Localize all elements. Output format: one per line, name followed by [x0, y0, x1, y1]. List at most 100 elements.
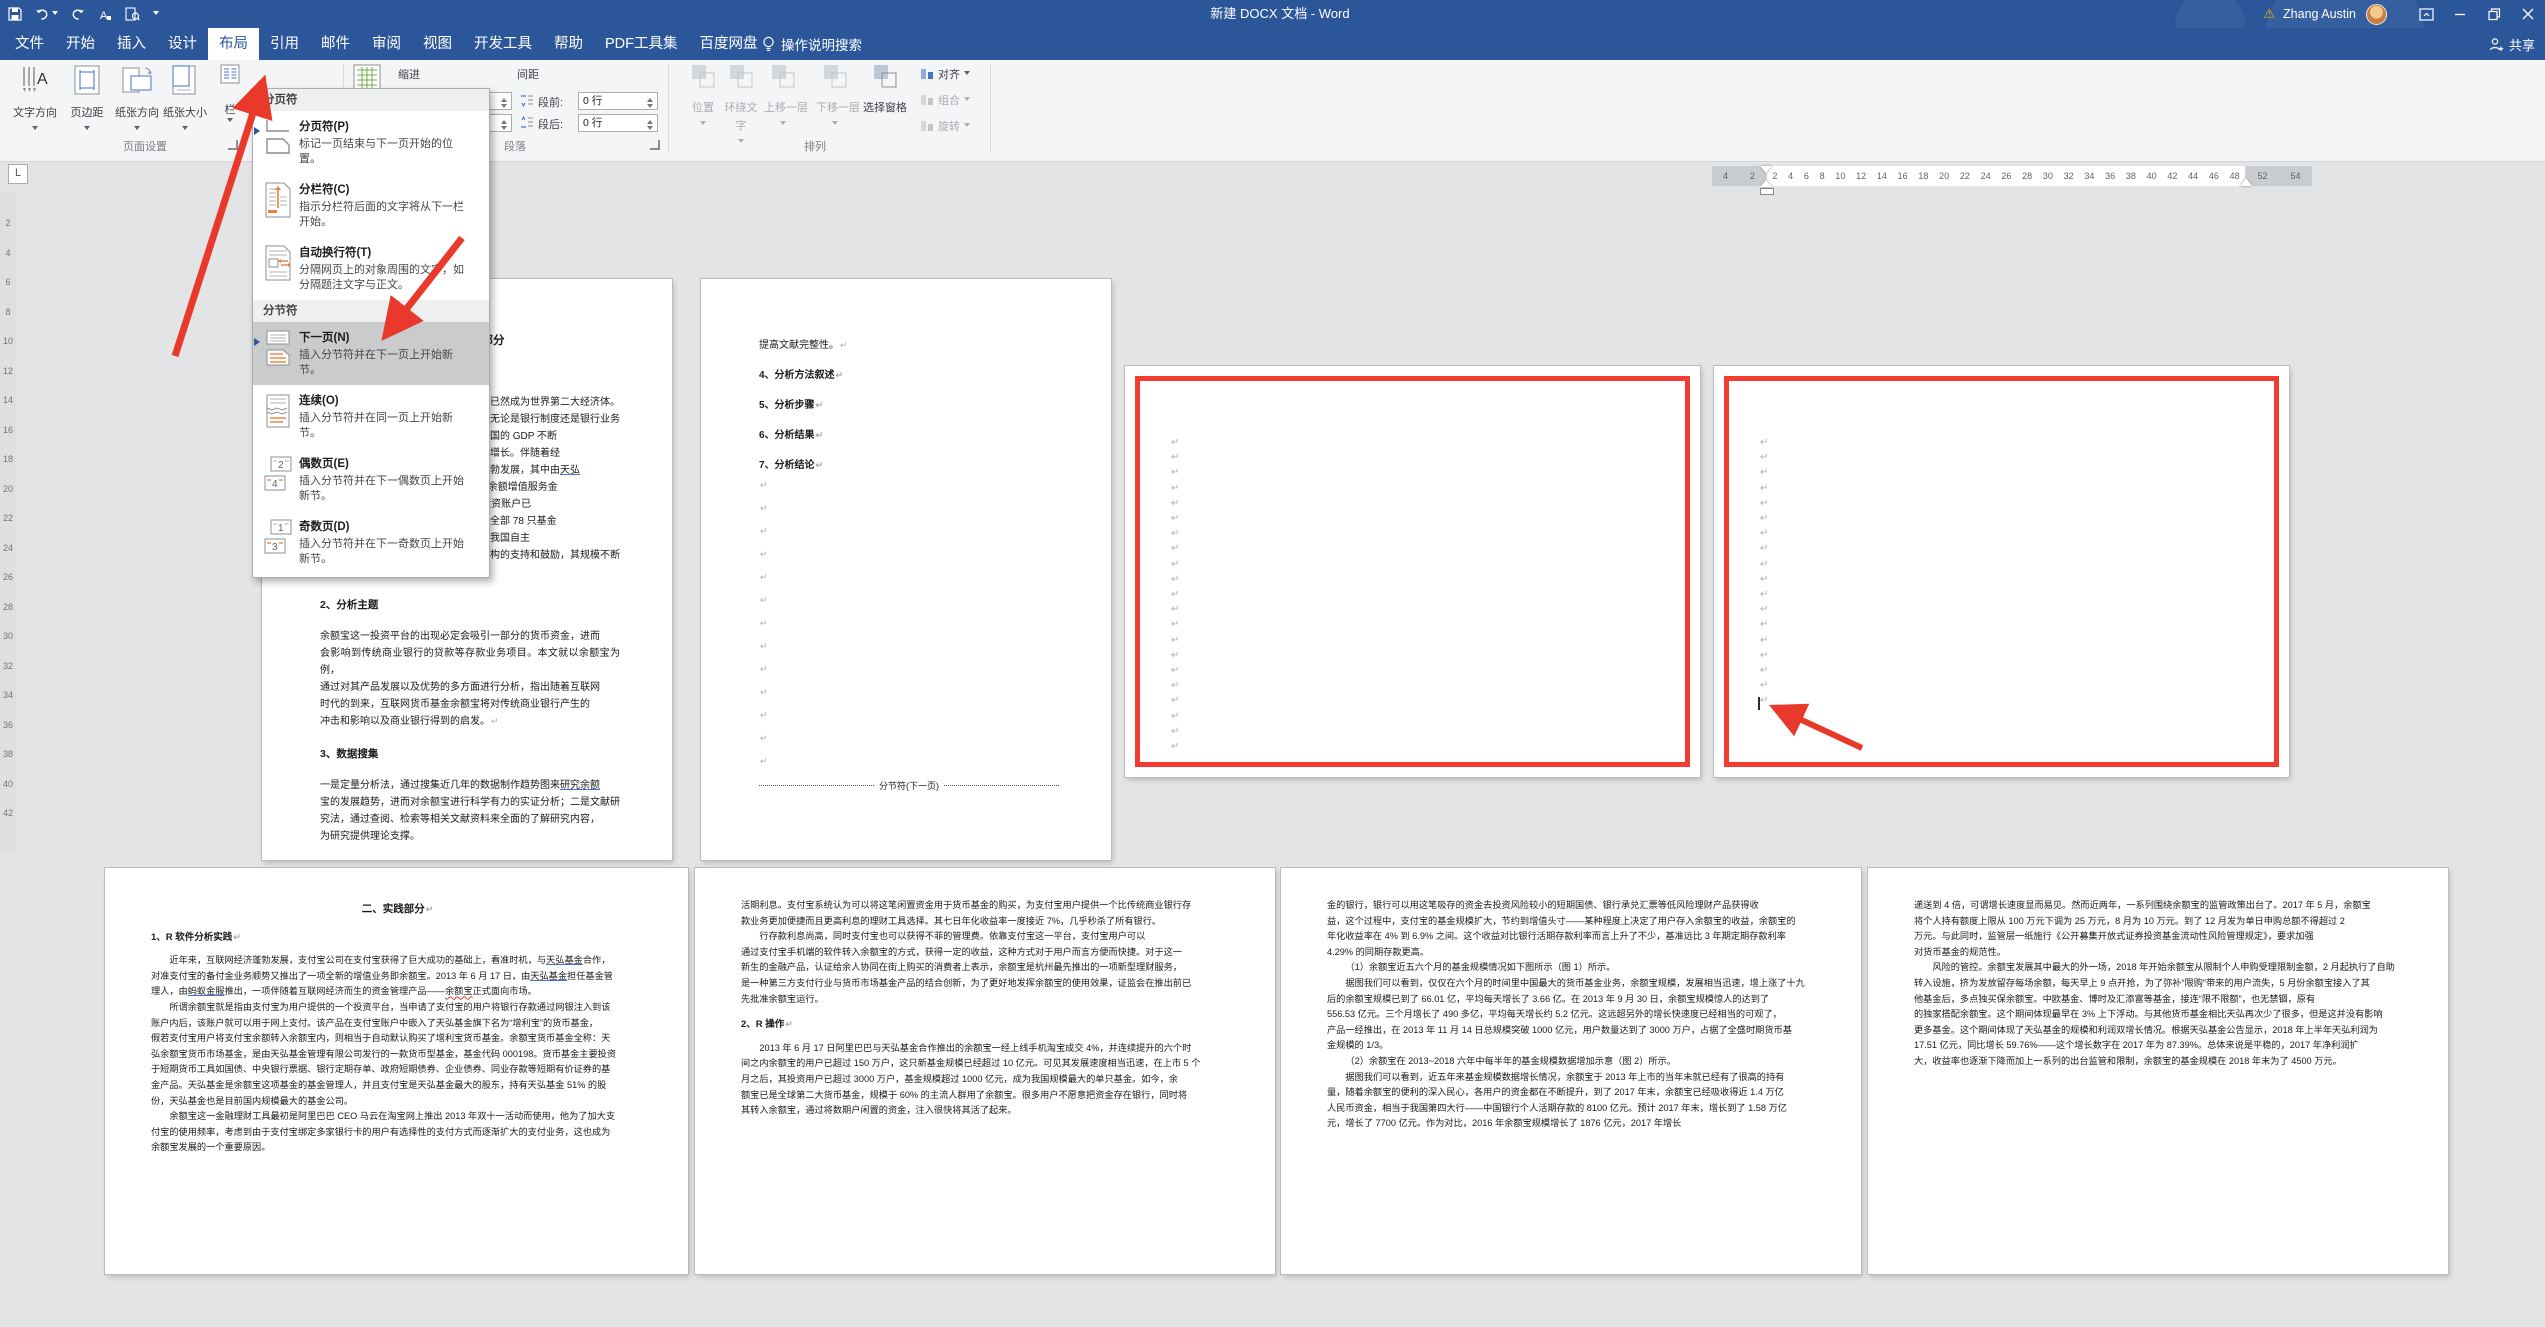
page-4[interactable]: ↵ ↵ ↵ ↵ ↵ ↵ ↵ ↵ ↵ ↵ ↵ ↵ ↵ ↵ ↵ ↵ ↵ ↵: [1714, 366, 2289, 777]
dropdown-caret: [964, 70, 970, 78]
tab-PDF工具集[interactable]: PDF工具集: [594, 28, 689, 60]
ribbon-display-options-button[interactable]: [2409, 0, 2443, 28]
share-button[interactable]: 共享: [2489, 28, 2535, 60]
text-line: 据图我们可以看到，近五年来基金规模数据增长情况，余额宝于 2013 年上市的当年…: [1327, 1070, 1817, 1086]
arrange-right-button-组合[interactable]: 组合: [920, 92, 970, 108]
tab-开发工具[interactable]: 开发工具: [463, 28, 543, 60]
page-setup-button-文字方向[interactable]: A 文字方向: [10, 62, 60, 138]
preview-find-icon[interactable]: [125, 7, 140, 21]
page-setup-dialog-launcher[interactable]: [228, 140, 238, 150]
text-line: ↵: [759, 612, 1059, 635]
menu-item-偶数页(E)[interactable]: 2 4 偶数页(E) 插入分节符并在下一偶数页上开始新节。: [253, 448, 489, 511]
menu-item-text: 连续(O) 插入分节符并在同一页上开始新节。: [299, 392, 465, 441]
arrange-button-label: 上移一层: [764, 102, 808, 114]
right-indent-marker[interactable]: [2240, 172, 2252, 186]
page-setup-button-页边距[interactable]: 页边距: [62, 62, 112, 138]
pilcrow-mark: ↵: [760, 526, 768, 536]
tab-邮件[interactable]: 邮件: [310, 28, 361, 60]
vertical-ruler[interactable]: 2 4 6 8 10 12 14 16 18 20 22 24 26 28 30 32 34 36 38 40 42: [0, 192, 16, 852]
page-8[interactable]: 递送到 4 倍，可谓增长速度显而易见。然而近两年，一系列围绕余额宝的监管政策出台…: [1868, 868, 2448, 1274]
tab-审阅[interactable]: 审阅: [361, 28, 412, 60]
save-icon[interactable]: [8, 7, 22, 21]
组合-icon: [921, 95, 933, 105]
spacing-value-field[interactable]: 0 行: [578, 114, 658, 132]
hanging-indent-marker[interactable]: [1760, 174, 1774, 195]
arrange-button-选择窗格[interactable]: 选择窗格: [862, 62, 908, 115]
pilcrow-mark: ↵: [1171, 589, 1180, 600]
minimize-button[interactable]: [2443, 0, 2477, 28]
arrange-right-button-旋转[interactable]: 旋转: [920, 118, 970, 134]
text-segment: 余额宝这一金融理财工具最初是阿里巴巴 CEO 马云在淘宝网上推出 2013 年双…: [169, 1111, 616, 1122]
svg-text:4: 4: [272, 479, 278, 490]
tab-开始[interactable]: 开始: [55, 28, 106, 60]
tab-布局[interactable]: 布局: [208, 28, 259, 60]
menu-item-分栏符(C)[interactable]: 分栏符(C) 指示分栏符后面的文字将从下一栏开始。: [253, 174, 489, 237]
user-avatar[interactable]: [2366, 3, 2387, 25]
text-line: 金规模的 1/3。: [1327, 1038, 1817, 1054]
text-line: 风险的管控。余额宝发展其中最大的外一场，2018 年开始余额宝从限制个人申购受理…: [1914, 960, 2404, 976]
user-name[interactable]: Zhang Austin: [2283, 7, 2356, 21]
undo-dropdown-caret[interactable]: [52, 10, 58, 18]
tab-文件[interactable]: 文件: [4, 28, 55, 60]
pilcrow-mark: ↵: [1171, 665, 1180, 676]
menu-item-下一页(N)[interactable]: 下一页(N) 插入分节符并在下一页上开始新节。: [253, 322, 489, 385]
tab-百度网盘[interactable]: 百度网盘: [689, 28, 769, 60]
underlined-text: 余额宝: [445, 986, 473, 997]
tab-视图[interactable]: 视图: [412, 28, 463, 60]
menu-item-奇数页(D)[interactable]: 1 3 奇数页(D) 插入分节符并在下一奇数页上开始新节。: [253, 511, 489, 574]
tab-stop-selector[interactable]: L: [8, 164, 28, 184]
pilcrow-mark: ↵: [425, 904, 434, 914]
tab-引用[interactable]: 引用: [259, 28, 310, 60]
text-line: 金的银行，银行可以用这笔吸存的资金去投资风险较小的短期国债、银行承兑汇票等低风险…: [1327, 898, 1817, 914]
customize-qat-caret[interactable]: [153, 10, 159, 18]
pilcrow-mark: ↵: [760, 756, 768, 766]
page-2[interactable]: 提高文献完整性。↵ 4、分析方法叙述↵ 5、分析步骤↵ 6、分析结果↵ 7、分析结论↵ ↵…: [701, 279, 1111, 860]
pilcrow-mark: ↵: [760, 549, 768, 559]
close-button[interactable]: [2511, 0, 2545, 28]
arrange-button-位置[interactable]: 位置: [684, 62, 722, 133]
text-line: （2）余额宝在 2013~2018 六年中每半年的基金规模数据增加示意（图 2）…: [1327, 1054, 1817, 1070]
menu-section-header: 分节符: [253, 300, 489, 322]
pilcrow-mark: ↵: [1171, 619, 1180, 631]
text-line: 宝的发展趋势，进而对余额宝进行科学有力的实证分析；二是文献研: [320, 794, 620, 811]
pilcrow-mark: ↵: [1171, 649, 1180, 661]
arrange-button-上移一层[interactable]: 上移一层: [764, 62, 808, 133]
restore-button[interactable]: [2477, 0, 2511, 28]
arrange-right-button-对齐[interactable]: 对齐: [920, 66, 970, 82]
tab-插入[interactable]: 插入: [106, 28, 157, 60]
redo-icon[interactable]: [71, 8, 85, 21]
paragraph-dialog-launcher[interactable]: [650, 140, 660, 150]
breaks-menu: 分页符 分页符(P) 标记一页结束与下一页开始的位置。 分栏符(C) 指示分栏符后面的文…: [252, 88, 490, 578]
page-3[interactable]: ↵ ↵ ↵ ↵ ↵ ↵ ↵ ↵ ↵ ↵ ↵ ↵ ↵ ↵ ↵ ↵ ↵ ↵ ↵ ↵ ↵: [1125, 366, 1700, 777]
text-segment: （1）余额宝近五六个月的基金规模情况如下图所示（图 1）所示。: [1345, 962, 1616, 973]
text-line: ↵: [759, 727, 1059, 750]
horizontal-ruler[interactable]: 42 2 4 6 8 10 12 14 16 18 20 22 24 26 28 30 32 34 36 38 40 4…: [1712, 166, 2312, 195]
text-segment: 将个人持有额度上限从 100 万元下调为 25 万元，8 月为 10 万元。到了…: [1914, 915, 2345, 926]
text-line: 元，增长了 7700 亿元。作为对比，2016 年余额宝规模增长了 1876 亿…: [1327, 1116, 1817, 1132]
tab-帮助[interactable]: 帮助: [543, 28, 594, 60]
spacing-value-field[interactable]: 0 行: [578, 92, 658, 110]
page-setup-button-纸张大小[interactable]: 纸张大小: [160, 62, 210, 138]
menu-item-title: 分栏符(C): [299, 184, 350, 196]
text-line: 款业务更加便捷而且更高利息的理财工具选择。其七日年化收益率一度接近 7%，几乎秒…: [741, 914, 1231, 930]
ruler-number: 22: [2, 513, 13, 523]
page-6[interactable]: 活期利息。支付宝系统认为可以将这笔闲置资金用于货币基金的购买，为支付宝用户提供一…: [695, 868, 1275, 1274]
menu-item-连续(O)[interactable]: 连续(O) 插入分节符并在同一页上开始新节。: [253, 385, 489, 448]
arrange-button-下移一层[interactable]: 下移一层: [816, 62, 860, 133]
undo-button[interactable]: [35, 8, 58, 21]
menu-item-description: 插入分节符并在下一偶数页上开始新节。: [299, 475, 464, 502]
menu-item-自动换行符(T)[interactable]: 自动换行符(T) 分隔网页上的对象周围的文字，如分隔题注文字与正文。: [253, 237, 489, 300]
page-setup-button-纸张方向[interactable]: 纸张方向: [112, 62, 162, 138]
page-5[interactable]: 二、实践部分↵ 1、R 软件分析实践↵ 近年来，互联网经济蓬勃发展，支付宝公司在支付…: [105, 868, 688, 1274]
arrange-button-环绕文[interactable]: 环绕文字: [722, 62, 760, 151]
tell-me-search[interactable]: 操作说明搜索: [762, 28, 862, 60]
next-page-icon: [263, 329, 299, 378]
page-7[interactable]: 金的银行，银行可以用这笔吸存的资金去投资风险较小的短期国债、银行承兑汇票等低风险…: [1281, 868, 1861, 1274]
menu-item-description: 插入分节符并在下一页上开始新节。: [299, 349, 453, 376]
text-line: 活期利息。支付宝系统认为可以将这笔闲置资金用于货币基金的购买，为支付宝用户提供一…: [741, 898, 1231, 914]
font-tool-icon[interactable]: A: [98, 8, 112, 21]
tab-设计[interactable]: 设计: [157, 28, 208, 60]
pilcrow-mark: ↵: [1171, 513, 1180, 524]
menu-item-description: 分隔网页上的对象周围的文字，如分隔题注文字与正文。: [299, 264, 464, 291]
menu-item-分页符(P)[interactable]: 分页符(P) 标记一页结束与下一页开始的位置。: [253, 111, 489, 174]
